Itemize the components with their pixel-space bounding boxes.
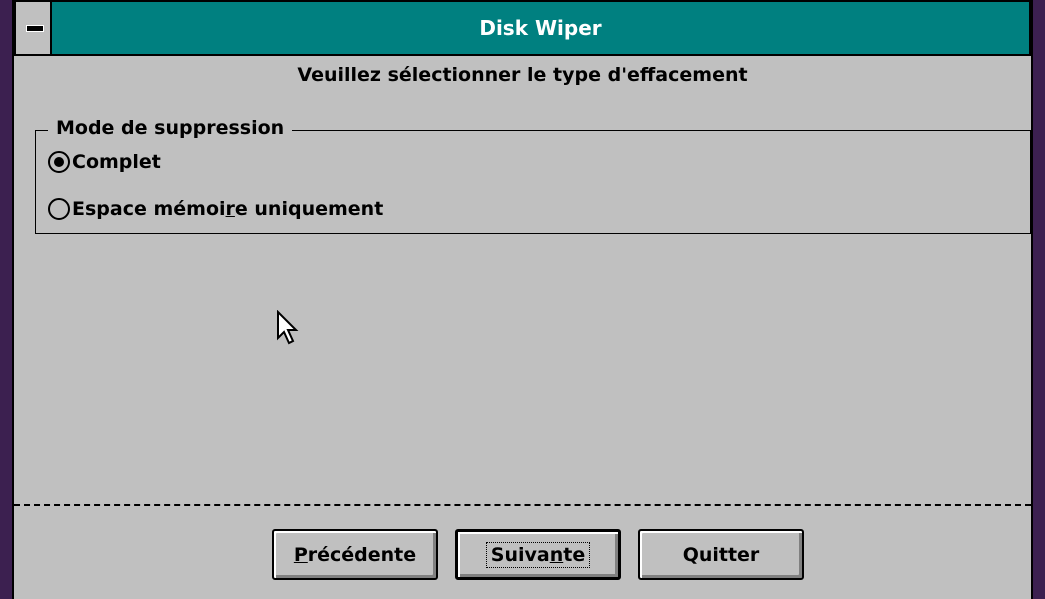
quit-button-label: Quitter bbox=[682, 543, 760, 566]
instruction-text: Veuillez sélectionner le type d'effaceme… bbox=[297, 64, 748, 86]
radio-label-complete: Complet bbox=[72, 151, 161, 173]
title-bar[interactable]: Disk Wiper bbox=[14, 0, 1031, 56]
next-button[interactable]: Suivante bbox=[455, 529, 621, 580]
delete-mode-groupbox: Mode de suppression Complet Espace mémoi… bbox=[35, 117, 1031, 234]
radio-option-complete[interactable]: Complet bbox=[48, 151, 161, 173]
radio-button-complete[interactable] bbox=[48, 151, 70, 173]
radio-selected-dot bbox=[54, 157, 64, 167]
window-title: Disk Wiper bbox=[479, 16, 602, 40]
previous-button[interactable]: Précédente bbox=[272, 529, 438, 580]
disk-wiper-window: Disk Wiper Veuillez sélectionner le type… bbox=[12, 0, 1033, 599]
radio-option-free-space[interactable]: Espace mémoire uniquement bbox=[48, 198, 383, 220]
next-button-label: Suivante bbox=[485, 541, 591, 568]
previous-button-label: Précédente bbox=[293, 543, 417, 566]
mouse-pointer-icon bbox=[277, 310, 299, 345]
dashed-separator bbox=[14, 504, 1031, 506]
groupbox-title: Mode de suppression bbox=[48, 117, 293, 139]
radio-button-free-space[interactable] bbox=[48, 198, 70, 220]
minus-icon bbox=[26, 25, 44, 32]
quit-button[interactable]: Quitter bbox=[638, 529, 804, 580]
radio-label-free-space: Espace mémoire uniquement bbox=[72, 198, 384, 220]
system-menu-button[interactable] bbox=[16, 2, 52, 54]
